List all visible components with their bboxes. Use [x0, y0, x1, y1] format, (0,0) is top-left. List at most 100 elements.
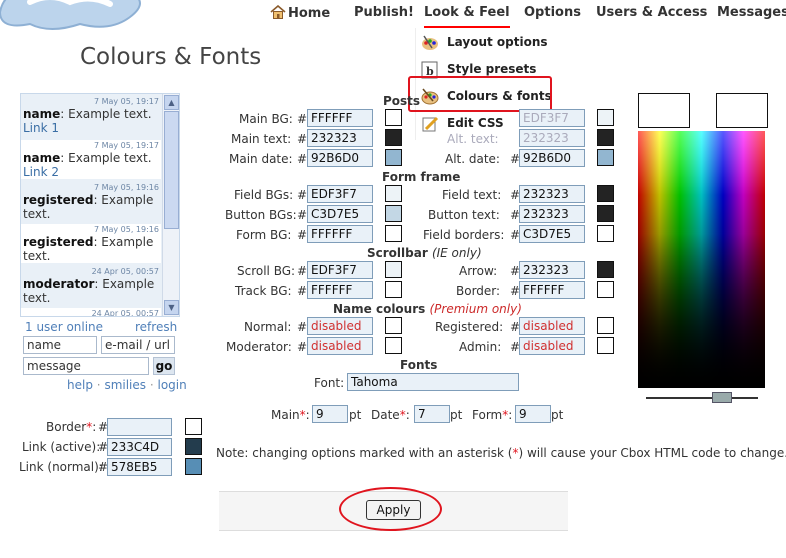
registered-label: Registered:: [435, 320, 504, 334]
separator: ·: [96, 378, 101, 392]
link-active-swatch[interactable]: [185, 438, 202, 455]
admin-name-swatch: [597, 337, 614, 354]
cbox-logo: [0, 0, 141, 30]
message-link[interactable]: Link 1: [23, 121, 59, 135]
form-frame-heading: Form frame: [382, 170, 461, 184]
form-size-label: Form*:: [472, 408, 513, 422]
alt-bg-swatch[interactable]: [597, 109, 614, 126]
help-link[interactable]: help: [67, 378, 93, 392]
field-text-field[interactable]: 232323: [519, 185, 585, 203]
button-bgs-label: Button BGs:: [225, 208, 297, 222]
admin-name-field: disabled: [519, 337, 585, 355]
border-color-field[interactable]: [107, 418, 172, 436]
name-input[interactable]: name: [23, 336, 97, 354]
message-time: 7 May 05, 19:16: [93, 183, 159, 192]
link-active-field[interactable]: 233C4D: [107, 438, 172, 456]
message-name: registered: [23, 193, 94, 207]
brightness-slider-track[interactable]: [646, 397, 758, 399]
main-date-swatch[interactable]: [385, 149, 402, 166]
scroll-bg-swatch[interactable]: [385, 261, 402, 278]
email-url-input[interactable]: e-mail / url: [101, 336, 175, 354]
main-size-field[interactable]: 9: [312, 405, 348, 423]
button-text-label: Button text:: [428, 208, 500, 222]
nav-home[interactable]: Home: [270, 5, 330, 23]
scroll-down-icon[interactable]: ▼: [164, 300, 179, 315]
color-spectrum-picker[interactable]: [638, 131, 765, 388]
button-bgs-swatch[interactable]: [385, 205, 402, 222]
alt-text-field[interactable]: 232323: [519, 129, 585, 147]
normal-label: Normal:: [244, 320, 292, 334]
field-bgs-field[interactable]: EDF3F7: [307, 185, 373, 203]
smilies-link[interactable]: smilies: [104, 378, 146, 392]
refresh-link[interactable]: refresh: [135, 320, 177, 334]
nav-look-feel-label: Look & Feel: [424, 5, 510, 20]
button-bgs-field[interactable]: C3D7E5: [307, 205, 373, 223]
chat-scrollbar[interactable]: ▲ ▼: [162, 94, 179, 316]
message-input[interactable]: message: [23, 357, 149, 375]
arrow-swatch[interactable]: [597, 261, 614, 278]
arrow-field[interactable]: 232323: [519, 261, 585, 279]
border-swatch[interactable]: [185, 418, 202, 435]
scroll-thumb[interactable]: [164, 111, 179, 229]
layout-icon: [422, 35, 438, 50]
scroll-border-field[interactable]: FFFFFF: [519, 281, 585, 299]
pt-unit: pt: [349, 408, 362, 422]
alt-text-label: Alt. text:: [447, 132, 499, 146]
date-size-field[interactable]: 7: [414, 405, 450, 423]
registered-name-field: disabled: [519, 317, 585, 335]
main-bg-field[interactable]: FFFFFF: [307, 109, 373, 127]
track-bg-swatch[interactable]: [385, 281, 402, 298]
brightness-slider-handle[interactable]: [712, 392, 732, 403]
field-borders-label: Field borders:: [423, 228, 505, 242]
nav-users-access[interactable]: Users & Access: [596, 5, 707, 23]
form-size-field[interactable]: 9: [515, 405, 551, 423]
scroll-bg-label: Scroll BG:: [237, 264, 296, 278]
main-text-swatch[interactable]: [385, 129, 402, 146]
main-text-field[interactable]: 232323: [307, 129, 373, 147]
link-normal-swatch[interactable]: [185, 458, 202, 475]
users-online-link[interactable]: 1 user online: [25, 320, 103, 334]
track-bg-field[interactable]: FFFFFF: [307, 281, 373, 299]
main-date-field[interactable]: 92B6D0: [307, 149, 373, 167]
login-link[interactable]: login: [158, 378, 187, 392]
field-bgs-swatch[interactable]: [385, 185, 402, 202]
nav-messages[interactable]: Messages: [717, 5, 786, 23]
message-name: name: [23, 107, 61, 121]
field-text-swatch[interactable]: [597, 185, 614, 202]
registered-name-swatch: [597, 317, 614, 334]
button-text-swatch[interactable]: [597, 205, 614, 222]
chat-preview: 7 May 05, 19:17 name: Example text. Link…: [20, 93, 180, 317]
message-text: : Example text.: [60, 151, 152, 165]
form-bg-field[interactable]: FFFFFF: [307, 225, 373, 243]
button-text-field[interactable]: 232323: [519, 205, 585, 223]
scroll-bg-field[interactable]: EDF3F7: [307, 261, 373, 279]
message-name: registered: [23, 235, 94, 249]
normal-name-swatch: [385, 317, 402, 334]
nav-options[interactable]: Options: [524, 5, 581, 23]
message-text: : Example text.: [60, 107, 152, 121]
chat-message: 7 May 05, 19:17 name: Example text. Link…: [21, 96, 161, 135]
hash-symbol: #: [297, 228, 308, 242]
hash-symbol: #: [297, 264, 308, 278]
alt-date-swatch[interactable]: [597, 149, 614, 166]
link-normal-field[interactable]: 578EB5: [107, 458, 172, 476]
form-bg-swatch[interactable]: [385, 225, 402, 242]
field-text-label: Field text:: [442, 188, 502, 202]
nav-look-feel[interactable]: Look & Feel: [424, 5, 510, 28]
nav-publish[interactable]: Publish!: [354, 5, 414, 23]
field-borders-swatch[interactable]: [597, 225, 614, 242]
hash-symbol: #: [297, 152, 308, 166]
font-field[interactable]: Tahoma: [347, 373, 519, 391]
alt-date-field[interactable]: 92B6D0: [519, 149, 585, 167]
go-button[interactable]: go: [153, 357, 175, 375]
alt-bg-field[interactable]: EDF3F7: [519, 109, 585, 127]
link-active-label: Link (active):: [22, 440, 101, 454]
field-borders-field[interactable]: C3D7E5: [519, 225, 585, 243]
scroll-up-icon[interactable]: ▲: [164, 95, 179, 110]
message-name: name: [23, 151, 61, 165]
main-bg-swatch[interactable]: [385, 109, 402, 126]
alt-text-swatch[interactable]: [597, 129, 614, 146]
message-link[interactable]: Link 2: [23, 165, 59, 179]
scroll-border-swatch[interactable]: [597, 281, 614, 298]
nav-home-label: Home: [288, 6, 331, 21]
